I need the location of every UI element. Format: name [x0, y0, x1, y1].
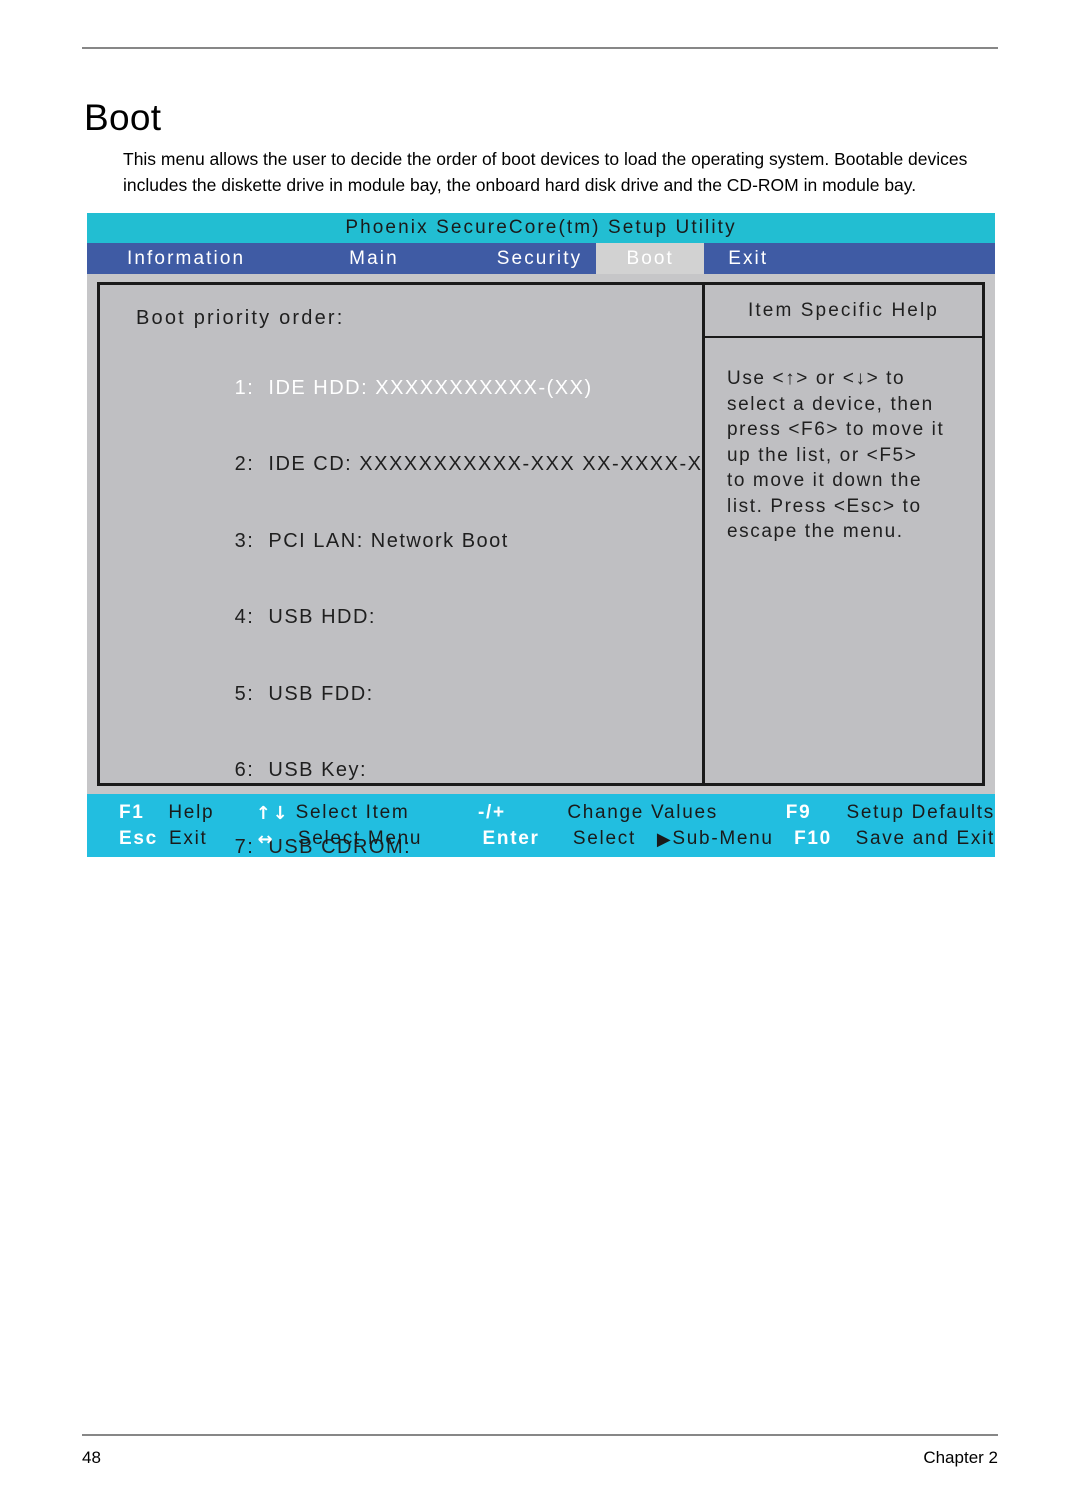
- boot-item-index: 1:: [234, 376, 255, 399]
- boot-item-index: 4:: [234, 606, 255, 628]
- setup-defaults-label: Setup Defaults: [846, 802, 995, 823]
- boot-item-text: USB Key:: [268, 759, 368, 781]
- select-item-label: Select Item: [295, 802, 410, 823]
- boot-list-item[interactable]: 5: USB FDD:: [164, 656, 702, 733]
- boot-item-text: IDE CD: XXXXXXXXXXX-XXX XX-XXXX-XX: [268, 453, 718, 475]
- select-menu-label: Select Menu: [297, 828, 423, 849]
- help-line: Use <↑> or <↓> to: [727, 368, 906, 389]
- page-number: 48: [82, 1448, 101, 1467]
- boot-item-text: USB HDD:: [268, 606, 376, 628]
- select-submenu-group: Select ▶ Sub-Menu: [573, 828, 794, 850]
- tab-exit[interactable]: Exit: [714, 243, 782, 274]
- triangle-right-icon: ▶: [656, 828, 673, 850]
- tab-exit-label: Exit: [728, 247, 769, 269]
- intro-paragraph: This menu allows the user to decide the …: [123, 148, 968, 195]
- boot-item-text: PCI LAN: Network Boot: [268, 529, 509, 552]
- help-panel-header: Item Specific Help: [705, 285, 982, 338]
- help-line: up the list, or <F5>: [727, 444, 918, 466]
- boot-item-index: 2:: [234, 453, 255, 475]
- key-enter[interactable]: Enter: [483, 828, 573, 850]
- boot-item-index: 3:: [234, 529, 255, 552]
- tab-information-label: Information: [127, 247, 246, 269]
- tab-security[interactable]: Security: [483, 243, 596, 274]
- function-key-row-2: Esc Exit ↔ Select Menu Enter Select ▶ Sub…: [87, 826, 995, 852]
- bios-content-area: Boot priority order: 1: IDE HDD: XXXXXXX…: [87, 274, 995, 858]
- boot-list-item[interactable]: 1: IDE HDD: XXXXXXXXXXX-(XX): [164, 350, 702, 427]
- boot-item-index: 6:: [234, 759, 255, 781]
- item-specific-help-panel: Item Specific Help Use <↑> or <↓> to sel…: [702, 282, 985, 786]
- bios-title-bar: Phoenix SecureCore(tm) Setup Utility: [87, 213, 995, 243]
- tab-main-label: Main: [349, 247, 399, 269]
- boot-item-text: IDE HDD: XXXXXXXXXXX-(XX): [268, 376, 593, 399]
- help-line: to move it down the: [727, 470, 923, 491]
- page-top-rule: [82, 47, 998, 49]
- help-panel-body: Use <↑> or <↓> to select a device, then …: [705, 338, 982, 545]
- left-right-arrow-icon: ↔: [257, 828, 275, 850]
- key-f10[interactable]: F10: [794, 828, 856, 850]
- boot-list-item[interactable]: 2: IDE CD: XXXXXXXXXXX-XXX XX-XXXX-XX: [164, 427, 716, 504]
- tab-security-label: Security: [496, 247, 583, 269]
- save-and-exit-label: Save and Exit: [855, 828, 995, 849]
- bios-menu-bar: Information Main Security Boot Exit: [87, 243, 995, 274]
- boot-list-item[interactable]: 3: PCI LAN: Network Boot: [164, 503, 702, 580]
- up-down-arrow-icon: ↑↓: [255, 802, 290, 824]
- help-line: escape the menu.: [727, 521, 904, 542]
- select-label: Select: [572, 828, 636, 849]
- bios-title: Phoenix SecureCore(tm) Setup Utility: [345, 217, 737, 238]
- change-values-label: Change Values: [567, 802, 718, 823]
- boot-item-text: USB FDD:: [268, 682, 374, 705]
- tab-main[interactable]: Main: [335, 243, 413, 274]
- boot-list-item[interactable]: 4: USB HDD:: [164, 580, 702, 657]
- bios-setup-window: Phoenix SecureCore(tm) Setup Utility Inf…: [87, 213, 995, 858]
- sub-menu-label: Sub-Menu: [672, 828, 774, 849]
- boot-list-item[interactable]: 6: USB Key:: [164, 733, 702, 810]
- key-f9[interactable]: F9: [786, 802, 847, 824]
- tab-boot-label: Boot: [626, 247, 674, 269]
- key-f1[interactable]: F1: [119, 802, 168, 824]
- boot-priority-panel: Boot priority order: 1: IDE HDD: XXXXXXX…: [97, 282, 716, 858]
- key-esc[interactable]: Esc: [119, 828, 169, 850]
- help-line: list. Press <Esc> to: [727, 495, 922, 517]
- page-bottom-rule: [82, 1434, 998, 1436]
- page-title: Boot: [84, 96, 162, 138]
- boot-priority-heading: Boot priority order:: [136, 307, 345, 329]
- function-key-row-1: F1 Help ↑↓ Select Item -/+ Change Values…: [87, 800, 995, 826]
- help-line: press <F6> to move it: [727, 419, 945, 440]
- boot-item-index: 5:: [234, 682, 255, 705]
- tab-boot[interactable]: Boot: [596, 243, 705, 274]
- chapter-label: Chapter 2: [923, 1448, 998, 1467]
- tab-information[interactable]: Information: [113, 243, 259, 274]
- key-f1-label: Help: [168, 802, 215, 823]
- exit-label: Exit: [169, 828, 208, 849]
- help-line: select a device, then: [727, 393, 934, 415]
- key-minus-plus[interactable]: -/+: [478, 802, 567, 824]
